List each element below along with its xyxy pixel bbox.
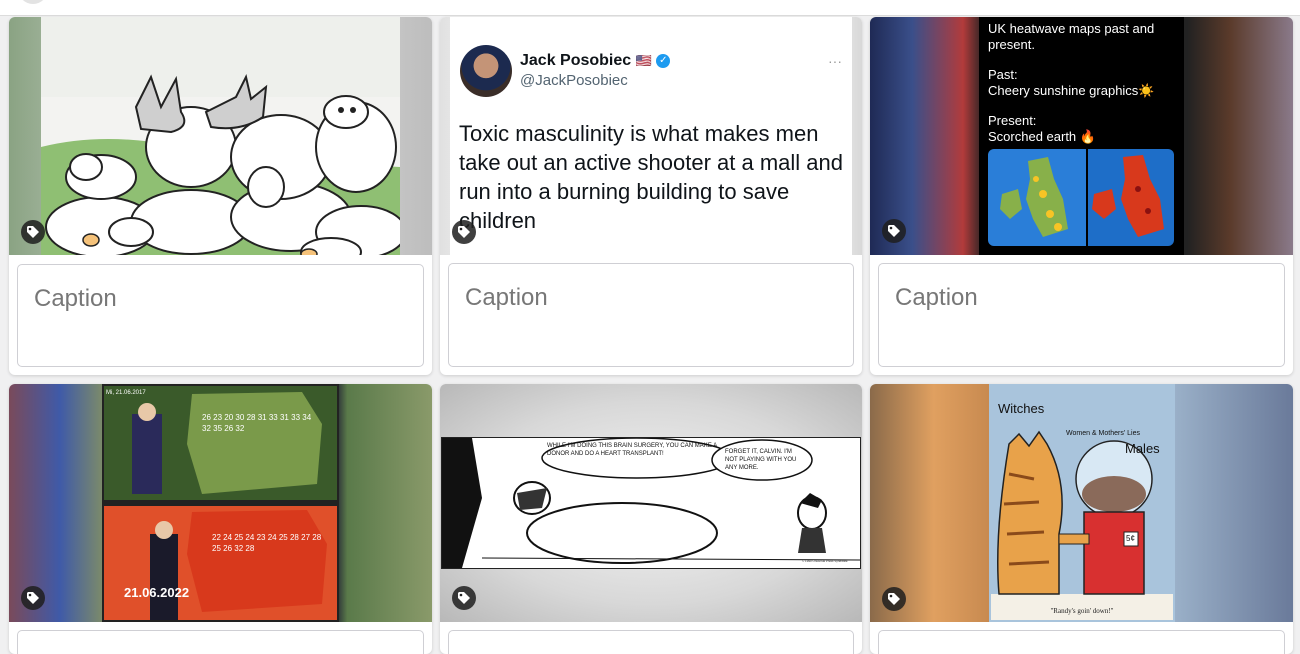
tag-button[interactable] <box>21 586 45 610</box>
comic-credit: © 1990 Universal Press Syndicate <box>802 559 848 563</box>
meme-image-heatwave[interactable]: UK heatwave maps past and present. Past:… <box>870 17 1293 255</box>
heatwave-maps <box>988 149 1174 246</box>
caption-input[interactable] <box>448 630 854 654</box>
tag-icon <box>888 593 900 605</box>
caption-input[interactable] <box>878 630 1285 654</box>
tweet-text: Toxic masculinity is what makes men take… <box>459 121 844 233</box>
label-witches: Witches <box>998 401 1045 416</box>
heatwave-line-2: present. <box>988 37 1035 52</box>
date-bottom: 21.06.2022 <box>124 585 190 600</box>
heatwave-line-1: UK heatwave maps past and <box>988 21 1155 36</box>
meme-card-3[interactable]: UK heatwave maps past and present. Past:… <box>870 17 1293 375</box>
price-label: 5¢ <box>1126 534 1135 543</box>
tag-button[interactable] <box>452 586 476 610</box>
comic-strip: WHILE I'M DOING THIS BRAIN SURGERY, YOU … <box>441 437 861 569</box>
heatwave-tweet: UK heatwave maps past and present. Past:… <box>979 17 1184 255</box>
tweet-card: Jack Posobiec 🇺🇸 ✓ @JackPosobiec ··· Tox… <box>450 17 852 255</box>
more-options-icon[interactable]: ··· <box>828 53 842 69</box>
caption-input[interactable]: Caption <box>878 263 1285 367</box>
caption-input[interactable]: Caption <box>448 263 854 367</box>
label-lies: Women & Mothers' Lies <box>1066 430 1140 437</box>
meme-image-tweet[interactable]: Jack Posobiec 🇺🇸 ✓ @JackPosobiec ··· Tox… <box>440 17 862 255</box>
meme-image-sheep[interactable] <box>9 17 432 255</box>
meme-image-comic-strip[interactable]: WHILE I'M DOING THIS BRAIN SURGERY, YOU … <box>440 384 862 622</box>
past-label: Past: <box>988 67 1018 82</box>
tag-icon <box>888 225 900 237</box>
avatar[interactable] <box>18 0 48 4</box>
top-bar <box>0 0 1300 16</box>
temps-top: 26 23 20 30 28 31 33 31 33 34 32 35 26 3… <box>202 413 312 433</box>
meme-card-1[interactable]: Caption <box>9 17 432 375</box>
meme-image-weather-tv[interactable]: Mi, 21.06.2017 21.06.2022 26 23 20 30 28… <box>9 384 432 622</box>
tag-button[interactable] <box>882 219 906 243</box>
caption-input[interactable]: Caption <box>17 264 424 367</box>
present-text: Scorched earth 🔥 <box>988 129 1096 144</box>
meme-card-6[interactable]: Witches Women & Mothers' Lies Males 5¢ "… <box>870 384 1293 654</box>
label-males: Males <box>1125 441 1160 456</box>
cat-cartoon: Witches Women & Mothers' Lies Males 5¢ "… <box>989 384 1175 622</box>
flag-icon: 🇺🇸 <box>635 53 652 68</box>
meme-image-cat-cartoon[interactable]: Witches Women & Mothers' Lies Males 5¢ "… <box>870 384 1293 622</box>
tweet-name: Jack Posobiec <box>520 52 632 69</box>
tag-button[interactable] <box>882 587 906 611</box>
tag-button[interactable] <box>452 220 476 244</box>
tag-icon <box>27 592 39 604</box>
verified-icon: ✓ <box>656 53 671 68</box>
tag-icon <box>458 226 470 238</box>
meme-card-2[interactable]: Jack Posobiec 🇺🇸 ✓ @JackPosobiec ··· Tox… <box>440 17 862 375</box>
tweet-avatar <box>460 45 512 97</box>
present-label: Present: <box>988 113 1037 128</box>
tag-icon <box>27 226 39 238</box>
sheep-cartoon <box>41 17 400 255</box>
meme-card-4[interactable]: Mi, 21.06.2017 21.06.2022 26 23 20 30 28… <box>9 384 432 654</box>
past-text: Cheery sunshine graphics☀️ <box>988 83 1155 98</box>
tag-button[interactable] <box>21 220 45 244</box>
temps-bottom: 22 24 25 24 23 24 25 28 27 28 25 26 32 2… <box>212 533 322 553</box>
tweet-handle: @JackPosobiec <box>520 72 628 89</box>
date-top: Mi, 21.06.2017 <box>106 390 146 396</box>
weather-tv-panels: Mi, 21.06.2017 21.06.2022 26 23 20 30 28… <box>102 384 339 622</box>
speech-bubble-right: FORGET IT, CALVIN. I'M NOT PLAYING WITH … <box>725 449 797 471</box>
cartoon-caption: "Randy's goin' down!" <box>1050 607 1114 615</box>
tag-icon <box>458 592 470 604</box>
speech-bubble-left: WHILE I'M DOING THIS BRAIN SURGERY, YOU … <box>547 443 717 457</box>
caption-input[interactable] <box>17 630 424 654</box>
meme-card-5[interactable]: WHILE I'M DOING THIS BRAIN SURGERY, YOU … <box>440 384 862 654</box>
